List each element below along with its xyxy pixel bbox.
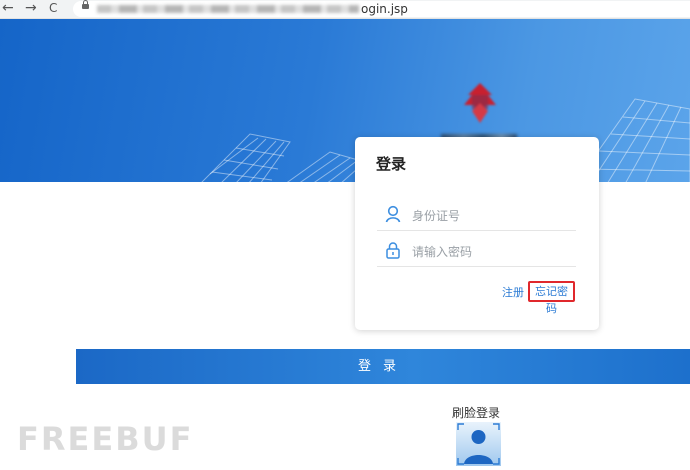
id-number-input[interactable] (410, 205, 574, 227)
back-arrow-icon[interactable]: ← (2, 0, 14, 17)
face-login-label[interactable]: 刷脸登录 (452, 404, 500, 421)
lock-icon (386, 242, 400, 259)
id-number-field (377, 199, 576, 231)
register-link[interactable]: 注册 (502, 284, 524, 300)
address-bar[interactable]: ogin.jsp (73, 0, 690, 17)
login-card: 登录 注册 忘记密码 (355, 137, 599, 330)
password-input[interactable] (410, 241, 574, 263)
forward-arrow-icon[interactable]: → (25, 0, 37, 17)
url-redacted-blur (97, 5, 359, 13)
browser-toolbar: ← → C ogin.jsp (0, 0, 690, 19)
face-recognition-icon[interactable] (456, 422, 501, 466)
watermark-text: FREEBUF (17, 420, 194, 458)
login-title: 登录 (376, 155, 407, 173)
forgot-password-link[interactable]: 忘记密码 (528, 281, 575, 315)
reload-icon[interactable]: C (49, 0, 57, 17)
lock-icon (82, 0, 89, 9)
user-icon (385, 205, 401, 223)
url-text: ogin.jsp (361, 2, 408, 16)
emblem-logo-icon (464, 83, 496, 123)
login-button[interactable]: 登录 (76, 349, 690, 384)
building-graphic-left (201, 133, 367, 182)
password-field (377, 235, 576, 267)
